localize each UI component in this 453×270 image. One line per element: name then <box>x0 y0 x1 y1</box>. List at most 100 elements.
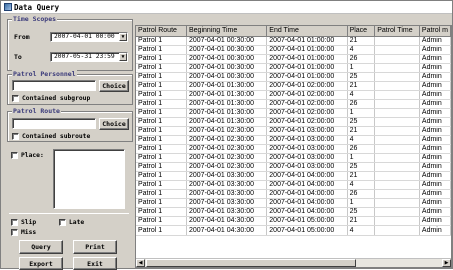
table-row[interactable]: Patrol 1 2007-04-01 04:30:00 2007-04-01 05… <box>136 216 451 227</box>
place-checkbox[interactable] <box>11 152 18 159</box>
column-header[interactable]: Patrol m <box>419 26 451 37</box>
table-cell: 1 <box>347 108 376 118</box>
table-cell: 2007-04-01 01:00:00 <box>266 36 348 46</box>
table-row[interactable]: Patrol 1 2007-04-01 03:30:00 2007-04-01 04… <box>136 207 451 218</box>
personnel-choice-button[interactable]: Choice <box>99 80 129 92</box>
table-cell: Admin <box>419 180 451 191</box>
table-cell <box>374 90 420 100</box>
title-bar[interactable]: Data Query <box>1 1 452 14</box>
table-row[interactable]: Patrol 1 2007-04-01 01:30:00 2007-04-01 02… <box>136 99 451 109</box>
table-row[interactable]: Patrol 1 2007-04-01 04:30:00 2007-04-01 05… <box>136 225 451 236</box>
chevron-down-icon[interactable]: ▼ <box>119 53 127 61</box>
table-row[interactable]: Patrol 1 2007-04-01 02:30:00 2007-04-01 03… <box>136 153 451 164</box>
from-label: From <box>14 33 30 41</box>
table-row[interactable]: Patrol 1 2007-04-01 01:30:00 2007-04-01 02… <box>136 81 451 91</box>
table-cell: 25 <box>347 162 376 173</box>
table-cell: 2007-04-01 05:00:00 <box>266 225 348 236</box>
table-row[interactable]: Patrol 1 2007-04-01 01:30:00 2007-04-01 02… <box>136 117 451 127</box>
table-row[interactable]: Patrol 1 2007-04-01 00:30:00 2007-04-01 01… <box>136 72 451 82</box>
table-row[interactable]: Patrol 1 2007-04-01 02:30:00 2007-04-01 03… <box>136 126 451 137</box>
table-cell: 2007-04-01 02:00:00 <box>266 90 348 100</box>
patrol-route-input[interactable] <box>12 118 96 129</box>
table-cell: Patrol 1 <box>136 99 187 109</box>
query-button[interactable]: Query <box>19 240 63 254</box>
place-listbox[interactable] <box>53 149 125 209</box>
table-cell: 2007-04-01 04:30:00 <box>186 225 268 236</box>
table-cell <box>374 63 420 73</box>
table-cell: Patrol 1 <box>136 126 187 137</box>
table-cell: 2007-04-01 03:30:00 <box>186 189 268 200</box>
table-row[interactable]: Patrol 1 2007-04-01 00:30:00 2007-04-01 01… <box>136 36 451 46</box>
scroll-left-icon[interactable]: ◀ <box>136 259 145 267</box>
table-cell: 2007-04-01 01:30:00 <box>186 99 268 109</box>
column-header[interactable]: End Time <box>266 26 348 37</box>
table-cell: Admin <box>419 135 451 146</box>
table-cell: 4 <box>347 90 376 100</box>
contained-subroute-checkbox[interactable] <box>12 133 19 140</box>
table-cell: 25 <box>347 117 376 127</box>
route-choice-button[interactable]: Choice <box>99 118 129 130</box>
table-row[interactable]: Patrol 1 2007-04-01 00:30:00 2007-04-01 01… <box>136 54 451 64</box>
column-header[interactable]: Beginning Time <box>186 26 268 37</box>
table-row[interactable]: Patrol 1 2007-04-01 00:30:00 2007-04-01 01… <box>136 45 451 55</box>
column-header[interactable]: Patrol Route <box>136 26 187 37</box>
table-row[interactable]: Patrol 1 2007-04-01 03:30:00 2007-04-01 04… <box>136 180 451 191</box>
table-row[interactable]: Patrol 1 2007-04-01 02:30:00 2007-04-01 03… <box>136 135 451 146</box>
table-cell <box>374 108 420 118</box>
slip-checkbox[interactable] <box>11 219 18 226</box>
table-cell: 2007-04-01 01:00:00 <box>266 72 348 82</box>
table-cell: Patrol 1 <box>136 153 187 164</box>
table-cell: Admin <box>419 117 451 127</box>
table-cell: Admin <box>419 81 451 91</box>
table-cell: Patrol 1 <box>136 36 187 46</box>
column-header[interactable]: Patrol Time <box>374 26 420 37</box>
table-cell: Patrol 1 <box>136 162 187 173</box>
data-query-window: Data Query Time Scopes From 2007-04-01 0… <box>0 0 453 270</box>
table-cell <box>374 153 420 164</box>
table-row[interactable]: Patrol 1 2007-04-01 02:30:00 2007-04-01 03… <box>136 144 451 155</box>
table-cell: 1 <box>347 63 376 73</box>
patrol-personnel-input[interactable] <box>12 80 96 91</box>
table-cell <box>374 54 420 64</box>
miss-checkbox[interactable] <box>11 229 18 236</box>
table-row[interactable]: Patrol 1 2007-04-01 02:30:00 2007-04-01 03… <box>136 162 451 173</box>
table-cell: 2007-04-01 02:30:00 <box>186 144 268 155</box>
table-row[interactable]: Patrol 1 2007-04-01 01:30:00 2007-04-01 02… <box>136 90 451 100</box>
table-row[interactable]: Patrol 1 2007-04-01 03:30:00 2007-04-01 04… <box>136 198 451 209</box>
export-button[interactable]: Export <box>19 257 63 270</box>
from-date-picker[interactable]: 2007-04-01 00:00 ▼ <box>50 32 128 42</box>
late-checkbox[interactable] <box>59 219 66 226</box>
table-cell: Admin <box>419 72 451 82</box>
table-cell <box>374 144 420 155</box>
scroll-thumb[interactable] <box>146 259 356 267</box>
chevron-down-icon[interactable]: ▼ <box>119 33 127 41</box>
patrol-personnel-legend: Patrol Personnel <box>12 70 77 78</box>
to-date-picker[interactable]: 2007-05-31 23:59 ▼ <box>50 52 128 62</box>
contained-subgroup-checkbox[interactable] <box>12 95 19 102</box>
table-cell <box>374 189 420 200</box>
table-cell: 2007-04-01 00:30:00 <box>186 36 268 46</box>
column-header[interactable]: Place <box>347 26 376 37</box>
table-row[interactable]: Patrol 1 2007-04-01 03:30:00 2007-04-01 04… <box>136 171 451 182</box>
table-row[interactable]: Patrol 1 2007-04-01 00:30:00 2007-04-01 01… <box>136 63 451 73</box>
table-row[interactable]: Patrol 1 2007-04-01 01:30:00 2007-04-01 02… <box>136 108 451 118</box>
table-cell: 2007-04-01 05:00:00 <box>266 216 348 227</box>
table-cell: 21 <box>347 126 376 137</box>
patrol-route-legend: Patrol Route <box>12 107 61 115</box>
exit-button[interactable]: Exit <box>73 257 117 270</box>
print-button[interactable]: Print <box>73 240 117 254</box>
table-cell: 1 <box>347 153 376 164</box>
table-cell: 2007-04-01 04:00:00 <box>266 189 348 200</box>
time-scope-legend: Time Scopes <box>12 15 58 23</box>
horizontal-scrollbar[interactable]: ◀ ▶ <box>136 258 451 267</box>
results-grid[interactable]: Patrol Route Beginning Time End Time Place P… <box>135 25 452 268</box>
table-cell: Admin <box>419 162 451 173</box>
table-row[interactable]: Patrol 1 2007-04-01 03:30:00 2007-04-01 04… <box>136 189 451 200</box>
query-panel: Time Scopes From 2007-04-01 00:00 ▼ To 2… <box>3 15 134 270</box>
scroll-right-icon[interactable]: ▶ <box>442 259 451 267</box>
table-cell: 4 <box>347 45 376 55</box>
table-cell: Admin <box>419 171 451 182</box>
table-cell: 2007-04-01 03:30:00 <box>186 180 268 191</box>
results-table: Patrol Route Beginning Time End Time Place P… <box>136 26 451 236</box>
table-cell: 2007-04-01 02:00:00 <box>266 81 348 91</box>
